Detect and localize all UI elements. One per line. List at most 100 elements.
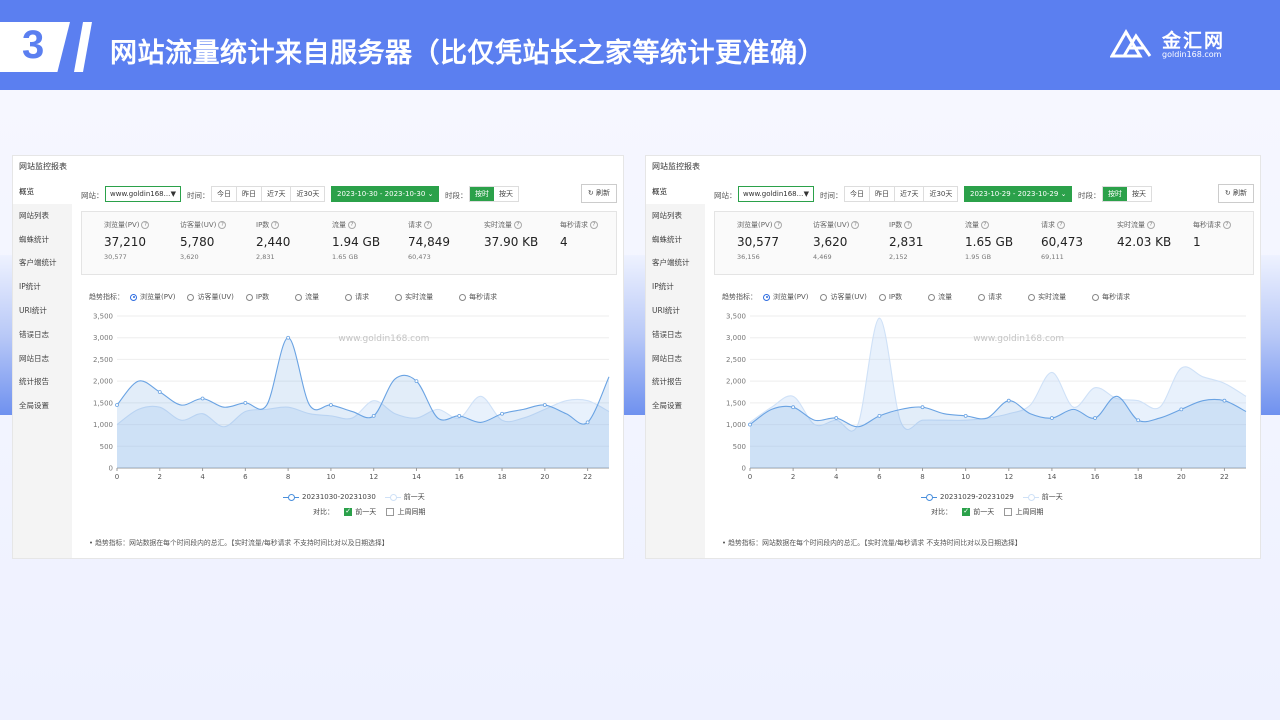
sidebar-item-client-stats[interactable]: 客户端统计 [646, 251, 705, 275]
compare-prev-day-checkbox[interactable] [344, 507, 353, 516]
sidebar-item-site-log[interactable]: 网站日志 [646, 347, 705, 371]
stat-label: 每秒请求? [560, 220, 598, 230]
sidebar-item-settings[interactable]: 全局设置 [13, 394, 72, 418]
range-today[interactable]: 今日 [212, 187, 237, 201]
data-point [1222, 398, 1227, 403]
date-range-picker[interactable]: 2023-10-30 - 2023-10-30 ⌄ [331, 186, 440, 202]
legend-previous[interactable]: 前一天 [1022, 493, 1063, 501]
sidebar-item-site-log[interactable]: 网站日志 [13, 347, 72, 371]
period-daily[interactable]: 按天 [1127, 187, 1151, 201]
sidebar-item-report[interactable]: 统计报告 [646, 370, 705, 394]
panel-title: 网站监控报表 [652, 162, 700, 171]
sidebar-item-ip-stats[interactable]: IP统计 [13, 275, 72, 299]
compare-last-week-checkbox[interactable] [1004, 508, 1013, 516]
help-icon[interactable]: ? [348, 221, 356, 229]
trend-note: • 趋势指标：网站数据在每个时间段内的总汇。【实时流量/每秒请求 不支持时间比对… [89, 539, 389, 547]
sidebar-item-error-log[interactable]: 错误日志 [13, 323, 72, 347]
range-7days[interactable]: 近7天 [895, 187, 925, 201]
x-tick-label: 10 [326, 473, 335, 481]
data-point [500, 411, 504, 416]
stat-card: 访客量(UV)? 5,780 3,620 [180, 220, 227, 261]
slide-number: 3 [22, 23, 45, 67]
trend-option[interactable]: 浏览量(PV) [763, 292, 808, 302]
trend-option[interactable]: 实时流量 [1028, 292, 1066, 302]
period-label: 时段： [1078, 191, 1101, 200]
time-range-group: 今日 昨日 近7天 近30天 [211, 186, 326, 202]
trend-option[interactable]: 实时流量 [395, 292, 433, 302]
date-range-picker[interactable]: 2023-10-29 - 2023-10-29 ⌄ [964, 186, 1073, 202]
sidebar-item-overview[interactable]: 概览 [646, 180, 705, 204]
help-icon[interactable]: ? [218, 221, 227, 229]
trend-option[interactable]: 每秒请求 [1092, 292, 1130, 302]
monitor-panel: 网站监控报表 概览 网站列表 蜘蛛统计 客户端统计 IP统计 URI统计 错误日… [645, 155, 1261, 559]
help-icon[interactable]: ? [1223, 221, 1231, 229]
trend-option[interactable]: 访客量(UV) [187, 292, 234, 302]
trend-option[interactable]: 浏览量(PV) [130, 292, 175, 302]
help-icon[interactable]: ? [1057, 221, 1065, 229]
sidebar-item-site-list[interactable]: 网站列表 [646, 204, 705, 228]
help-icon[interactable]: ? [904, 221, 913, 229]
sidebar-item-uri-stats[interactable]: URI统计 [13, 299, 72, 323]
sidebar-item-spider-stats[interactable]: 蜘蛛统计 [13, 228, 72, 252]
sidebar-item-settings[interactable]: 全局设置 [646, 394, 705, 418]
stat-label-text: IP数 [256, 221, 270, 229]
sidebar-item-report[interactable]: 统计报告 [13, 370, 72, 394]
help-icon[interactable]: ? [271, 221, 280, 229]
range-30days[interactable]: 近30天 [924, 187, 957, 201]
range-yesterday[interactable]: 昨日 [870, 187, 895, 201]
range-30days[interactable]: 近30天 [291, 187, 324, 201]
period-daily[interactable]: 按天 [494, 187, 518, 201]
range-7days[interactable]: 近7天 [262, 187, 292, 201]
help-icon[interactable]: ? [1147, 221, 1155, 229]
help-icon[interactable]: ? [851, 221, 860, 229]
legend-previous-label: 前一天 [403, 493, 425, 501]
help-icon[interactable]: ? [141, 221, 150, 229]
x-tick-label: 20 [1177, 473, 1186, 481]
sidebar-item-overview[interactable]: 概览 [13, 180, 72, 204]
y-tick-label: 1,500 [726, 399, 746, 407]
legend-current-label: 20231030-20231030 [302, 493, 376, 501]
period-hourly[interactable]: 按时 [470, 187, 494, 201]
range-yesterday[interactable]: 昨日 [237, 187, 262, 201]
sidebar-item-site-list[interactable]: 网站列表 [13, 204, 72, 228]
site-select[interactable]: www.goldin168... ▼ [738, 186, 814, 202]
help-icon[interactable]: ? [514, 221, 522, 229]
trend-option[interactable]: 访客量(UV) [820, 292, 867, 302]
legend-current-label: 20231029-20231029 [940, 493, 1014, 501]
sidebar-item-error-log[interactable]: 错误日志 [646, 323, 705, 347]
data-point [1006, 398, 1011, 403]
help-icon[interactable]: ? [424, 221, 432, 229]
trend-option[interactable]: 每秒请求 [459, 292, 497, 302]
radio-icon [245, 293, 253, 301]
help-icon[interactable]: ? [981, 221, 989, 229]
trend-note: • 趋势指标：网站数据在每个时间段内的总汇。【实时流量/每秒请求 不支持时间比对… [722, 539, 1022, 547]
help-icon[interactable]: ? [774, 221, 783, 229]
refresh-button[interactable]: ↻ 刷新 [580, 184, 617, 203]
trend-option[interactable]: 流量 [295, 292, 319, 302]
sidebar-item-spider-stats[interactable]: 蜘蛛统计 [646, 228, 705, 252]
data-point [542, 403, 547, 407]
refresh-button[interactable]: ↻ 刷新 [1217, 184, 1254, 203]
x-tick-label: 2 [158, 473, 162, 481]
data-point [1050, 416, 1054, 420]
trend-label: 趋势指标： [89, 293, 124, 301]
period-hourly[interactable]: 按时 [1103, 187, 1127, 201]
trend-option[interactable]: 请求 [978, 292, 1002, 302]
site-select[interactable]: www.goldin168... ▼ [105, 186, 181, 202]
legend-current[interactable]: 20231030-20231030 [283, 493, 376, 501]
compare-last-week-checkbox[interactable] [386, 508, 395, 516]
panel-title: 网站监控报表 [19, 162, 67, 171]
sidebar-item-uri-stats[interactable]: URI统计 [646, 299, 705, 323]
legend-current[interactable]: 20231029-20231029 [921, 493, 1014, 501]
sidebar-item-ip-stats[interactable]: IP统计 [646, 275, 705, 299]
trend-option[interactable]: 流量 [928, 292, 952, 302]
compare-prev-day-checkbox[interactable] [962, 507, 971, 516]
range-today[interactable]: 今日 [845, 187, 870, 201]
trend-option[interactable]: 请求 [345, 292, 369, 302]
trend-option[interactable]: IP数 [245, 292, 269, 302]
trend-option[interactable]: IP数 [878, 292, 902, 302]
help-icon[interactable]: ? [590, 221, 598, 229]
sidebar-item-client-stats[interactable]: 客户端统计 [13, 251, 72, 275]
stat-label-text: 实时流量 [484, 221, 512, 229]
legend-previous[interactable]: 前一天 [384, 493, 425, 501]
